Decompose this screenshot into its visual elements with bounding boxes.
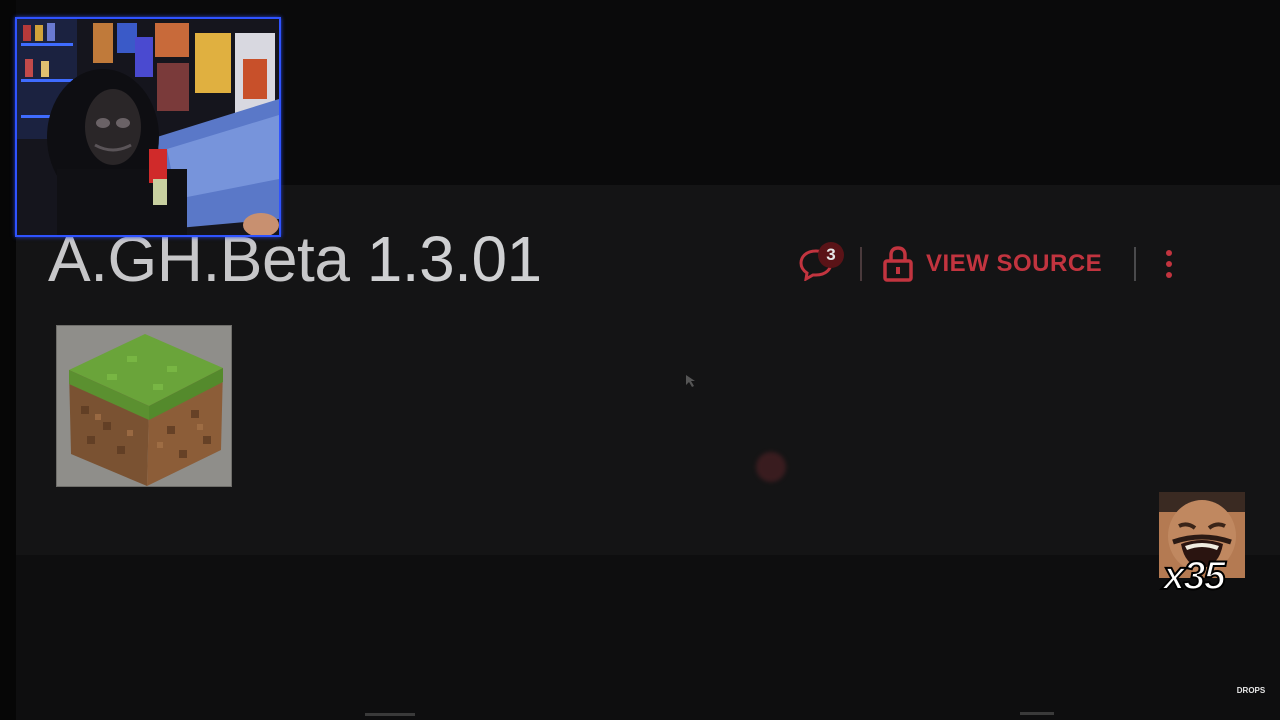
- toolbar-divider: [1134, 247, 1137, 281]
- page-body: [16, 555, 1280, 720]
- channel-watermark: DROPS: [1236, 686, 1266, 695]
- more-options-button[interactable]: [1166, 250, 1173, 278]
- kebab-dot: [1166, 272, 1173, 278]
- meme-reaction-overlay: x35: [1159, 492, 1245, 602]
- left-edge: [0, 0, 16, 720]
- toolbar-divider: [860, 247, 862, 281]
- faint-red-blur: [756, 452, 786, 482]
- kebab-dot: [1166, 261, 1173, 267]
- grass-block-icon: [69, 334, 223, 486]
- kebab-dot: [1166, 250, 1173, 256]
- video-frame: A.GH.Beta 1.3.01 3 VIEW SOURCE x35 DROPS: [0, 0, 1280, 720]
- page-title-version: 1.3.01: [366, 223, 542, 295]
- minecraft-grass-block-image: [56, 325, 232, 487]
- view-source-button[interactable]: VIEW SOURCE: [882, 245, 1102, 283]
- streamer-webcam-overlay: [15, 17, 281, 237]
- mouse-cursor-icon: [686, 375, 695, 387]
- meme-counter: x35: [1162, 553, 1227, 599]
- page-toolbar: 3 VIEW SOURCE: [796, 236, 1173, 292]
- scrub-mark: [365, 713, 415, 716]
- webcam-feed-image: [17, 19, 279, 235]
- comments-button[interactable]: 3: [796, 242, 844, 284]
- comment-count-badge: 3: [818, 242, 844, 268]
- scrub-mark: [1020, 712, 1054, 715]
- view-source-label: VIEW SOURCE: [926, 250, 1103, 277]
- lock-icon: [883, 246, 913, 282]
